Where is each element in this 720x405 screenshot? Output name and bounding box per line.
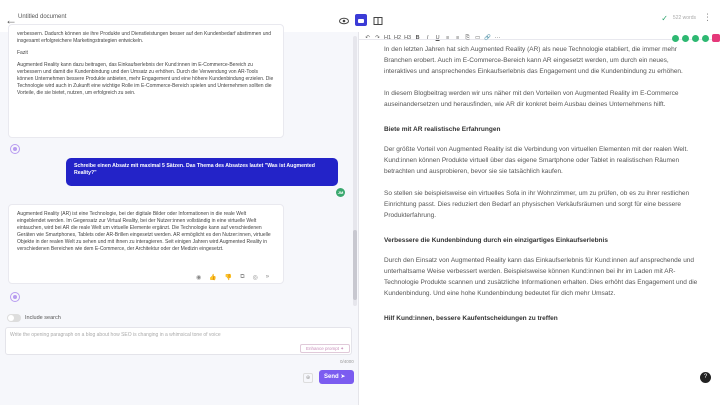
heading-1-button[interactable]: H1	[384, 35, 391, 41]
heading: Biete mit AR realistische Erfahrungen	[384, 126, 501, 133]
include-search-label: Include search	[25, 315, 61, 321]
previous-response-card: verbessern. Dadurch können sie ihre Prod…	[8, 24, 284, 138]
undo-icon[interactable]: ↶	[364, 35, 371, 41]
editor-toolbar: ↶ ↷ H1 H2 H3 B I U ≡ ≡ ⎘ ▭ 🔗 ⋯	[360, 32, 720, 44]
plugin-icon[interactable]	[712, 34, 720, 42]
status-dot-icon[interactable]	[672, 34, 679, 42]
paragraph: Durch den Einsatz von Augmented Reality …	[384, 257, 698, 297]
check-icon: ✓	[661, 14, 668, 23]
heading-3-button[interactable]: H3	[404, 35, 411, 41]
status-dot-icon[interactable]	[682, 34, 689, 42]
italic-button[interactable]: I	[424, 35, 431, 41]
document-editor[interactable]: In den letzten Jahren hat sich Augmented…	[360, 44, 712, 405]
status-dot-icon[interactable]	[702, 34, 709, 42]
bullet-list-icon[interactable]: ≡	[444, 35, 451, 41]
copy-icon[interactable]: ⧉	[240, 274, 244, 281]
send-icon: ➤	[340, 374, 346, 380]
user-avatar: JM	[336, 188, 345, 197]
paragraph: So stellen sie beispielsweise ein virtue…	[384, 190, 690, 219]
response-paragraph: verbessern. Dadurch können sie ihre Prod…	[17, 31, 272, 44]
eye-icon[interactable]	[338, 14, 350, 26]
assistant-avatar-icon	[10, 292, 20, 302]
paragraph: Der größte Vorteil von Augmented Reality…	[384, 146, 689, 175]
panel-divider	[358, 32, 359, 405]
thumbs-up-icon[interactable]: 👍	[209, 274, 216, 281]
enhance-prompt-button[interactable]: Enhance prompt ✦	[300, 344, 350, 353]
paragraph: In den letzten Jahren hat sich Augmented…	[384, 46, 683, 75]
split-view-icon[interactable]	[372, 14, 384, 26]
redo-icon[interactable]: ↷	[374, 35, 381, 41]
assistant-avatar-icon	[10, 144, 20, 154]
user-message: Schreibe einen Absatz mit maximal 5 Sätz…	[66, 158, 338, 186]
heading-2-button[interactable]: H2	[394, 35, 401, 41]
attach-icon[interactable]: ⊕	[303, 373, 313, 383]
prompt-input[interactable]	[10, 332, 310, 338]
underline-button[interactable]: U	[434, 35, 441, 41]
response-paragraph: Augmented Reality kann dazu beitragen, d…	[17, 62, 274, 96]
insert-icon[interactable]: »	[266, 274, 269, 281]
include-search-toggle[interactable]	[7, 314, 21, 322]
thumbs-down-icon[interactable]: 👎	[225, 274, 232, 281]
character-counter: 0/4000	[340, 359, 354, 364]
eye-icon[interactable]: ◉	[196, 274, 201, 281]
image-icon[interactable]: ⎘	[464, 35, 471, 42]
numbered-list-icon[interactable]: ≡	[454, 35, 461, 41]
response-card: Augmented Reality (AR) ist eine Technolo…	[8, 204, 284, 284]
send-button[interactable]: Send ➤	[319, 370, 354, 384]
response-heading: Fazit	[17, 50, 28, 56]
link-icon[interactable]: 🔗	[484, 35, 491, 41]
kebab-icon[interactable]: ⋮	[703, 12, 712, 23]
response-text: Augmented Reality (AR) ist eine Technolo…	[17, 211, 271, 252]
heading: Verbessere die Kundenbindung durch ein e…	[384, 237, 608, 244]
bold-button[interactable]: B	[414, 35, 421, 41]
paragraph: In diesem Blogbeitrag werden wir uns näh…	[384, 90, 679, 108]
response-actions: ◉ 👍 👎 ⧉ ◎ »	[196, 274, 269, 281]
help-icon[interactable]: ?	[700, 372, 711, 383]
word-count: 522 words	[672, 15, 696, 21]
send-label: Send	[324, 374, 339, 380]
heading: Hilf Kund:innen, bessere Kaufentscheidun…	[384, 315, 558, 322]
embed-icon[interactable]: ▭	[474, 35, 481, 41]
more-icon[interactable]: ⋯	[494, 35, 501, 41]
status-dot-icon[interactable]	[692, 34, 699, 42]
chat-view-icon[interactable]	[355, 14, 367, 26]
chat-scrollbar-thumb[interactable]	[353, 230, 357, 300]
document-title[interactable]: Untitled document	[18, 14, 66, 20]
chat-icon[interactable]: ◎	[253, 274, 258, 281]
